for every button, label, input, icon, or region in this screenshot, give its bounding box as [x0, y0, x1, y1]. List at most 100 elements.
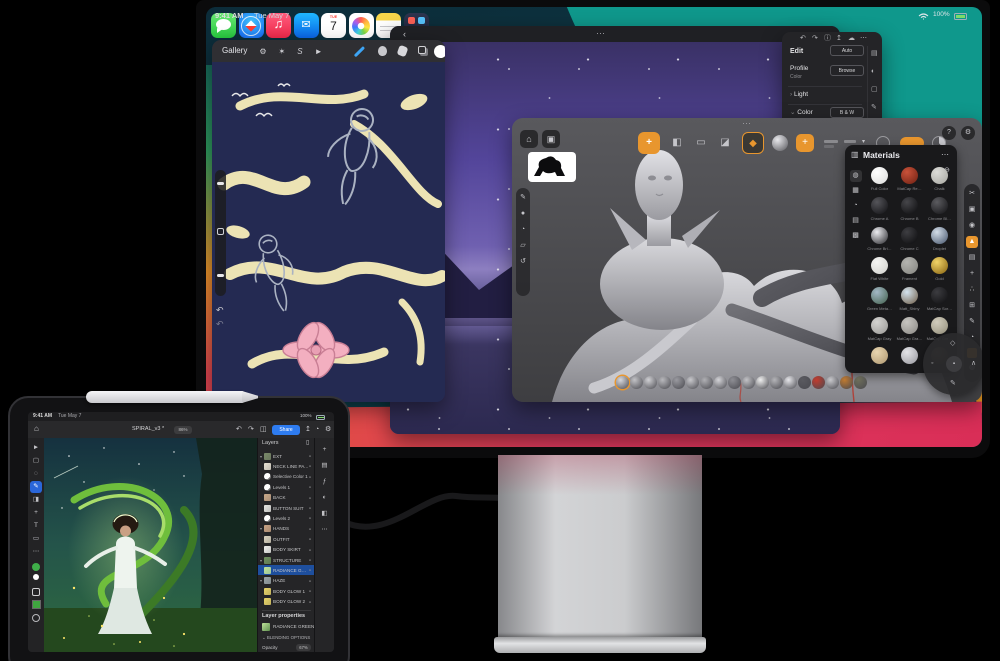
brush-thumbnail[interactable] [616, 376, 629, 389]
material-swatch[interactable]: MatCap Sor… [925, 287, 954, 311]
visibility-eye-icon[interactable]: ● [309, 464, 311, 468]
redo-icon[interactable]: ↷ [812, 35, 818, 42]
more-tool-icon[interactable]: ⋯ [30, 546, 42, 558]
material-swatch[interactable]: Flat White [865, 257, 894, 281]
material-swatch[interactable]: Green Meta… [865, 287, 894, 311]
ellipse-tool-icon[interactable] [32, 614, 40, 622]
brush-thumbnail[interactable] [658, 376, 671, 389]
undo-icon[interactable]: ↶ [800, 35, 806, 42]
grid-icon[interactable]: ▦ [850, 185, 862, 197]
add-button[interactable]: + [796, 134, 814, 152]
cloud-sync-icon[interactable]: ☁ [848, 35, 855, 42]
more-icon[interactable]: ⋯ [860, 35, 867, 42]
undo-icon[interactable]: ↶ [236, 426, 242, 433]
brush-thumbnail[interactable] [840, 376, 853, 389]
list-icon[interactable]: ▤ [850, 215, 862, 227]
layer-row[interactable]: OUTFIT ● [258, 534, 315, 544]
back-chevron-icon[interactable]: ‹ [403, 30, 406, 39]
redo-icon[interactable]: ↶ [216, 320, 224, 329]
visibility-eye-icon[interactable]: ● [309, 496, 311, 500]
devices-icon[interactable]: ◫ [260, 426, 267, 433]
modify-button[interactable] [217, 228, 224, 235]
share-button[interactable]: Share [272, 424, 300, 435]
crop-icon[interactable]: ▤ [871, 50, 878, 57]
brush-thumbnail[interactable] [784, 376, 797, 389]
settings-gear-icon[interactable]: ⚙ [961, 126, 975, 140]
redo-icon[interactable]: ↷ [248, 426, 254, 433]
gem-tool-icon[interactable]: ◆ [742, 132, 764, 154]
joystick-up-icon[interactable]: ◇ [950, 340, 955, 347]
visibility-eye-icon[interactable]: ● [309, 548, 311, 552]
brush-thumbnail[interactable] [742, 376, 755, 389]
rotate-icon[interactable]: ↺ [517, 256, 529, 268]
procreate-sidebar[interactable] [215, 170, 226, 296]
layer-row[interactable]: ▾ HAZE ● [258, 576, 315, 586]
color-swatch[interactable] [434, 44, 445, 58]
info-icon[interactable]: ⓘ [824, 35, 831, 42]
visibility-eye-icon[interactable]: ● [309, 454, 311, 458]
help-icon[interactable]: ◔ [315, 426, 319, 433]
recent-icon[interactable]: ◔ [850, 200, 862, 212]
brush-thumbnail[interactable] [714, 376, 727, 389]
material-swatch[interactable]: MatCap Gra… [895, 317, 924, 341]
shape-tool-icon[interactable]: ▭ [30, 533, 42, 545]
eraser-tool-icon[interactable]: ◨ [30, 494, 42, 506]
layer-row[interactable]: Levels 2 ● [258, 513, 315, 523]
eraser-icon[interactable] [396, 44, 409, 58]
scissors-icon[interactable]: ✂ [966, 188, 978, 200]
visibility-eye-icon[interactable]: ● [309, 475, 311, 479]
layer-row[interactable]: BODY GLOW 1 ● [258, 586, 315, 596]
layer-row[interactable]: BACK ● [258, 493, 315, 503]
gizmo-tool-active[interactable]: + [638, 132, 660, 154]
scene-thumbnail[interactable] [528, 152, 576, 182]
joystick-down-icon[interactable]: ✎ [950, 380, 956, 387]
layers-icon[interactable] [418, 46, 426, 54]
trash-icon[interactable]: ▯ [306, 440, 309, 446]
paint-icon[interactable]: ✎ [966, 316, 978, 328]
lasso-tool-icon[interactable]: ◌ [30, 468, 42, 480]
expand-icon[interactable]: ⊞ [966, 300, 978, 312]
color-square[interactable] [31, 600, 41, 609]
procreate-canvas[interactable] [212, 62, 445, 402]
selection-icon[interactable]: S [297, 47, 302, 56]
heal-tool-icon[interactable]: + [30, 507, 42, 519]
share-icon[interactable]: ↥ [836, 35, 842, 42]
type-tool-icon[interactable]: T [30, 520, 42, 532]
material-swatch[interactable]: Full Color [865, 167, 894, 191]
visibility-eye-icon[interactable]: ● [309, 589, 311, 593]
layer-row[interactable]: Selective Color 1 ● [258, 472, 315, 482]
gallery-button[interactable]: Gallery [222, 47, 247, 55]
help-button[interactable]: ? [942, 126, 956, 140]
undo-icon[interactable]: ↶ [216, 306, 224, 315]
layer-row[interactable]: RADIANCE GREEN● [258, 565, 315, 576]
brush-thumbnail[interactable] [812, 376, 825, 389]
symmetry-icon[interactable]: ◉ [966, 220, 978, 232]
material-icon[interactable]: ▲ [966, 236, 978, 248]
paint-brush-icon[interactable] [353, 46, 365, 57]
texture-icon[interactable]: ▩ [850, 230, 862, 242]
adjustments-wand-icon[interactable]: ✶ [279, 47, 286, 56]
bw-button[interactable]: B & W [830, 107, 864, 118]
timer-icon[interactable]: ◔ [517, 224, 529, 236]
sphere-icon[interactable]: ◍ [849, 170, 862, 182]
smudge-icon[interactable] [378, 46, 387, 56]
brush-thumbnail[interactable] [728, 376, 741, 389]
material-swatch[interactable]: Chrome Bl… [925, 197, 954, 221]
visibility-eye-icon[interactable]: ● [309, 485, 311, 489]
material-swatch[interactable]: Gold [925, 257, 954, 281]
pen-icon[interactable]: ✎ [517, 192, 529, 204]
mask-icon[interactable]: ◐ [319, 492, 331, 504]
visibility-eye-icon[interactable]: ● [309, 537, 311, 541]
joystick-left-icon[interactable]: ◦ [931, 360, 933, 367]
plane-icon[interactable]: ▱ [517, 240, 529, 252]
layer-row[interactable]: BODY SKIRT ● [258, 545, 315, 555]
navigation-joystick[interactable]: ◇ ◦ ∧ ✎ ▪ [923, 333, 982, 395]
brush-opacity-slider[interactable] [217, 274, 224, 277]
opacity-value[interactable]: 67% [296, 644, 311, 651]
visibility-eye-icon[interactable]: ● [309, 516, 311, 520]
home-icon[interactable]: ⌂ [520, 130, 538, 148]
visibility-eye-icon[interactable]: ● [309, 558, 311, 562]
flatten-tool-icon[interactable]: ▭ [690, 132, 712, 154]
settings-gear-icon[interactable]: ⚙ [325, 426, 331, 433]
visibility-eye-icon[interactable]: ● [309, 579, 311, 583]
